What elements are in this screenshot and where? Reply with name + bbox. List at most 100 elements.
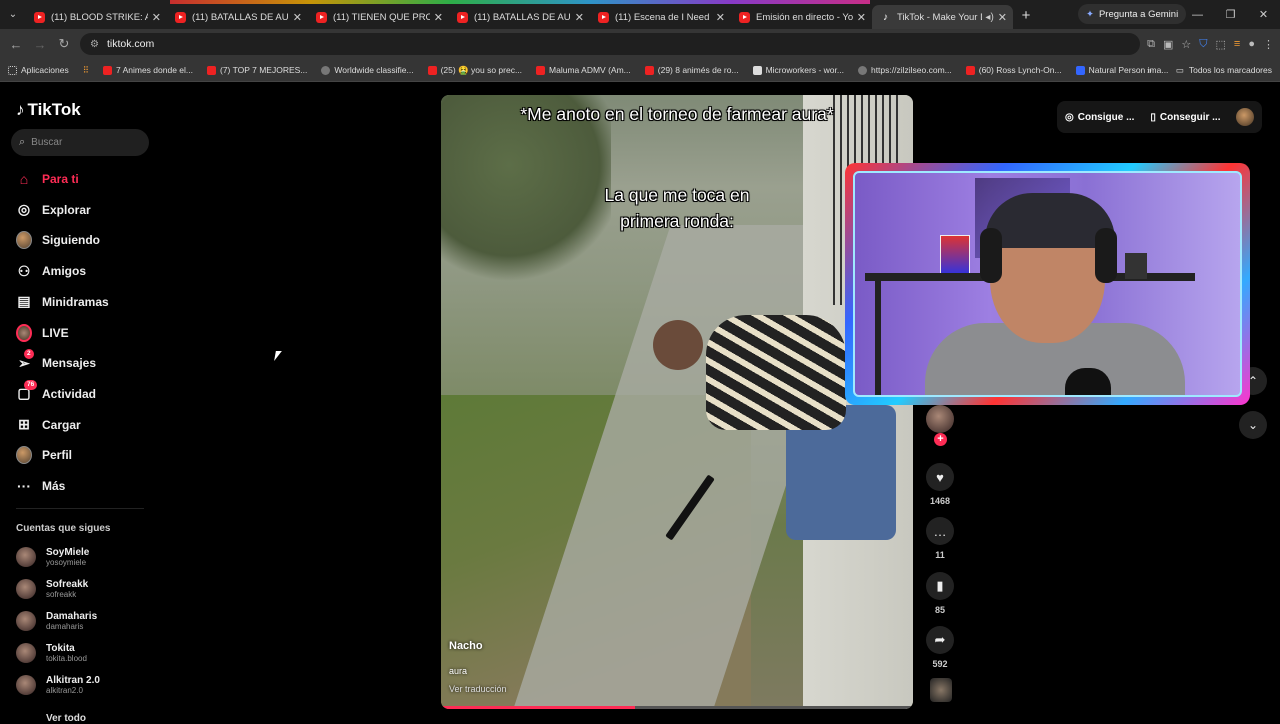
get-coins-button[interactable]: ◎ Consigue ... <box>1065 112 1134 123</box>
extension-shield-icon[interactable]: ⛉ <box>1199 38 1207 51</box>
see-translation-link[interactable]: Ver traducción <box>449 684 507 694</box>
chevron-down-icon: ⌄ <box>1247 418 1259 432</box>
bookmark-item[interactable]: (29) 8 animés de ro... <box>644 65 739 75</box>
browser-tab[interactable]: Emisión en directo - YouTu ✕ <box>731 5 872 29</box>
video-description: aura <box>449 666 468 676</box>
user-avatar[interactable] <box>1236 108 1255 126</box>
browser-tab[interactable]: (11) Escena de I Need a H ✕ <box>590 5 731 29</box>
following-account[interactable]: Tokita tokita.blood <box>16 643 87 663</box>
nav-item-perfil[interactable]: Perfil <box>16 442 72 468</box>
close-tab-icon[interactable]: ✕ <box>293 11 302 24</box>
following-account[interactable]: Damaharis damaharis <box>16 611 97 631</box>
tiktok-logo[interactable]: ♪ TikTok <box>16 100 81 120</box>
close-tab-icon[interactable]: ✕ <box>575 11 584 24</box>
bookmarks-overflow-icon[interactable]: » <box>1147 65 1152 75</box>
browser-tab[interactable]: (11) BATALLAS DE AURA C ✕ <box>167 5 308 29</box>
share-button[interactable]: ➦ 592 <box>922 626 958 669</box>
video-author[interactable]: Nacho <box>449 640 483 652</box>
bookmark-label: (25) 🤮 you so prec... <box>440 64 523 75</box>
browser-tab[interactable]: (11) TIENEN QUE PROHIBI ✕ <box>308 5 449 29</box>
all-bookmarks-folder[interactable]: ▭ Todos los marcadores <box>1176 65 1272 76</box>
bookmark-item[interactable]: Microworkers - wor... <box>752 65 844 75</box>
save-button[interactable]: ▮ 85 <box>922 572 958 615</box>
forward-icon[interactable]: → <box>28 37 52 52</box>
menu-kebab-icon[interactable]: ⋮ <box>1263 38 1274 51</box>
nav-item-más[interactable]: ··· Más <box>16 473 65 499</box>
install-icon[interactable]: ▣ <box>1163 38 1173 51</box>
speaker-icon[interactable]: ◂) <box>985 12 993 23</box>
following-account[interactable]: Alkitran 2.0 alkitran2.0 <box>16 675 100 695</box>
follow-plus-icon[interactable]: + <box>934 433 947 446</box>
search-input[interactable] <box>31 137 132 148</box>
nav-item-mensajes[interactable]: ➢ 2 Mensajes <box>16 349 96 376</box>
nav-item-siguiendo[interactable]: Siguiendo <box>16 227 100 253</box>
creator-avatar[interactable] <box>926 405 954 433</box>
bookmark-label: (7) TOP 7 MEJORES... <box>220 65 308 75</box>
translate-icon[interactable]: ⧉ <box>1147 38 1155 51</box>
extensions-icon[interactable]: ⬚ <box>1216 38 1226 51</box>
gemini-button[interactable]: ✦ Pregunta a Gemini <box>1078 4 1187 24</box>
url-text: tiktok.com <box>106 38 155 50</box>
site-info-icon[interactable]: ⚙ <box>90 39 99 50</box>
bookmark-star-icon[interactable]: ☆ <box>1181 38 1191 51</box>
close-tab-icon[interactable]: ✕ <box>152 11 161 24</box>
nav-item-para-ti[interactable]: ⌂ Para ti <box>16 166 79 192</box>
restore-icon[interactable]: ❐ <box>1214 8 1247 21</box>
nav-item-live[interactable]: LIVE <box>16 320 69 346</box>
browser-tab[interactable]: (11) BATALLAS DE AURA - ✕ <box>449 5 590 29</box>
close-tab-icon[interactable]: ✕ <box>434 11 443 24</box>
close-tab-icon[interactable]: ✕ <box>857 11 866 24</box>
url-field[interactable]: ⚙ tiktok.com <box>80 33 1140 55</box>
browser-tab[interactable]: ♪ TikTok - Make Your Da◂) ✕ <box>872 5 1013 29</box>
bookmark-item[interactable]: 7 Animes donde el... <box>102 65 193 75</box>
search-box[interactable]: ⌕ <box>11 129 149 156</box>
save-count: 85 <box>934 605 945 615</box>
video-progress-bar[interactable] <box>441 706 913 709</box>
folder-icon: ▭ <box>1175 64 1184 75</box>
nav-item-explorar[interactable]: ◎ Explorar <box>16 197 91 223</box>
nav-item-actividad[interactable]: ▢ 76 Actividad <box>16 379 96 407</box>
nav-label: Más <box>42 479 66 493</box>
bookmark-item[interactable]: https://zilzilseo.com... <box>857 65 952 75</box>
comment-button[interactable]: … 11 <box>922 517 958 560</box>
scroll-down-button[interactable]: ⌄ <box>1239 411 1267 439</box>
streamer-webcam-overlay <box>845 163 1250 405</box>
bookmark-item[interactable]: (25) 🤮 you so prec... <box>427 64 523 76</box>
compass-icon: ◎ <box>17 201 31 218</box>
music-disc-icon[interactable] <box>930 678 952 702</box>
minimize-icon[interactable]: — <box>1181 9 1214 21</box>
webcam-feed <box>853 171 1242 397</box>
video-player[interactable]: *Me anoto en el torneo de farmear aura* … <box>441 95 913 709</box>
bookmark-item[interactable]: (7) TOP 7 MEJORES... <box>207 65 307 75</box>
like-button[interactable]: ♥ 1468 <box>922 463 958 506</box>
bookmark-item[interactable]: Worldwide classifie... <box>321 65 414 75</box>
new-tab-button[interactable]: + <box>1013 7 1039 24</box>
youtube-icon <box>965 65 975 75</box>
nav-label: Explorar <box>42 202 91 217</box>
close-tab-icon[interactable]: ✕ <box>716 11 725 24</box>
media-icon[interactable]: ≡ <box>1234 38 1240 50</box>
bookmark-label: Worldwide classifie... <box>334 65 414 75</box>
tab-search-chevron-icon[interactable]: ⌄ <box>0 0 26 29</box>
profile-avatar-icon <box>16 446 32 465</box>
bookmark-item[interactable]: Natural Person ima... <box>1075 65 1168 75</box>
bookmark-item[interactable]: Maluma ADMV (Am... <box>536 65 631 75</box>
comment-count: 11 <box>935 550 945 560</box>
nav-item-cargar[interactable]: ⊞ Cargar <box>16 412 81 438</box>
bookmark-item[interactable]: Aplicaciones ⠿ <box>8 65 89 76</box>
see-all-link[interactable]: Ver todo <box>46 713 86 724</box>
reload-icon[interactable]: ↻ <box>52 36 76 52</box>
close-tab-icon[interactable]: ✕ <box>998 11 1007 24</box>
nav-item-minidramas[interactable]: ▤ Minidramas <box>16 289 108 315</box>
following-account[interactable]: Sofreakk sofreakk <box>16 579 88 599</box>
close-window-icon[interactable]: ✕ <box>1247 8 1280 21</box>
browser-tab[interactable]: (11) BLOOD STRIKE: AK-47 ✕ <box>26 5 167 29</box>
nav-item-amigos[interactable]: ⚇ Amigos <box>16 258 86 284</box>
apps-grid-icon[interactable]: ⠿ <box>83 65 89 76</box>
following-account[interactable]: SoyMiele yosoymiele <box>16 547 89 567</box>
tab-title: Emisión en directo - YouTu <box>756 11 853 23</box>
get-app-button[interactable]: ▯ Conseguir ... <box>1150 112 1220 123</box>
back-icon[interactable]: ← <box>4 37 28 52</box>
bookmark-item[interactable]: (60) Ross Lynch-On... <box>965 65 1062 75</box>
profile-icon[interactable]: ● <box>1248 38 1255 50</box>
